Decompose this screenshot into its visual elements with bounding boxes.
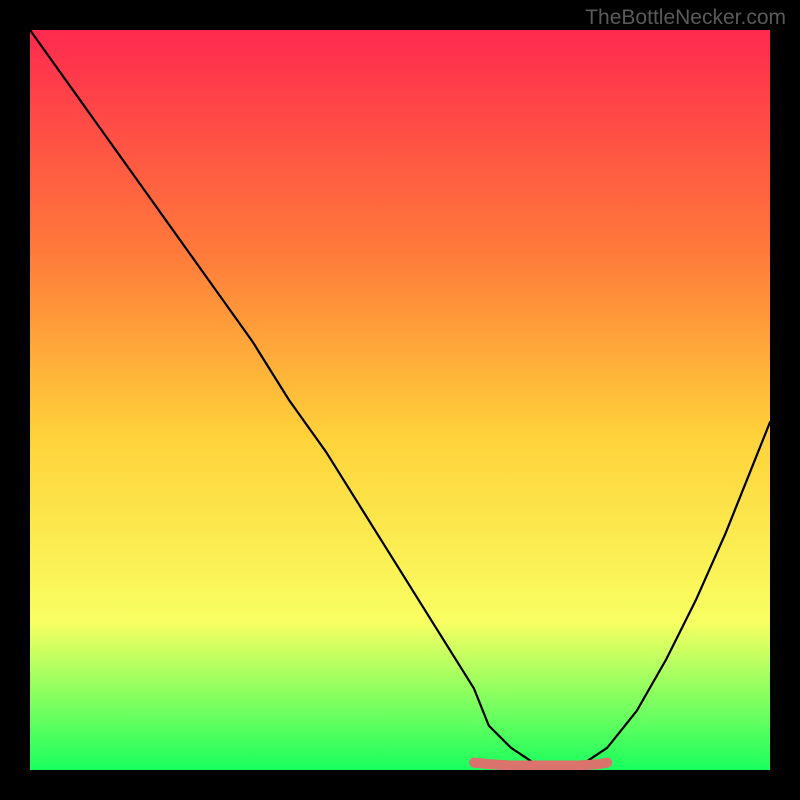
watermark-text: TheBottleNecker.com (585, 6, 786, 30)
optimal-zone-highlight (474, 763, 607, 766)
chart-svg (30, 30, 770, 770)
gradient-background (30, 30, 770, 770)
chart-canvas (30, 30, 770, 770)
